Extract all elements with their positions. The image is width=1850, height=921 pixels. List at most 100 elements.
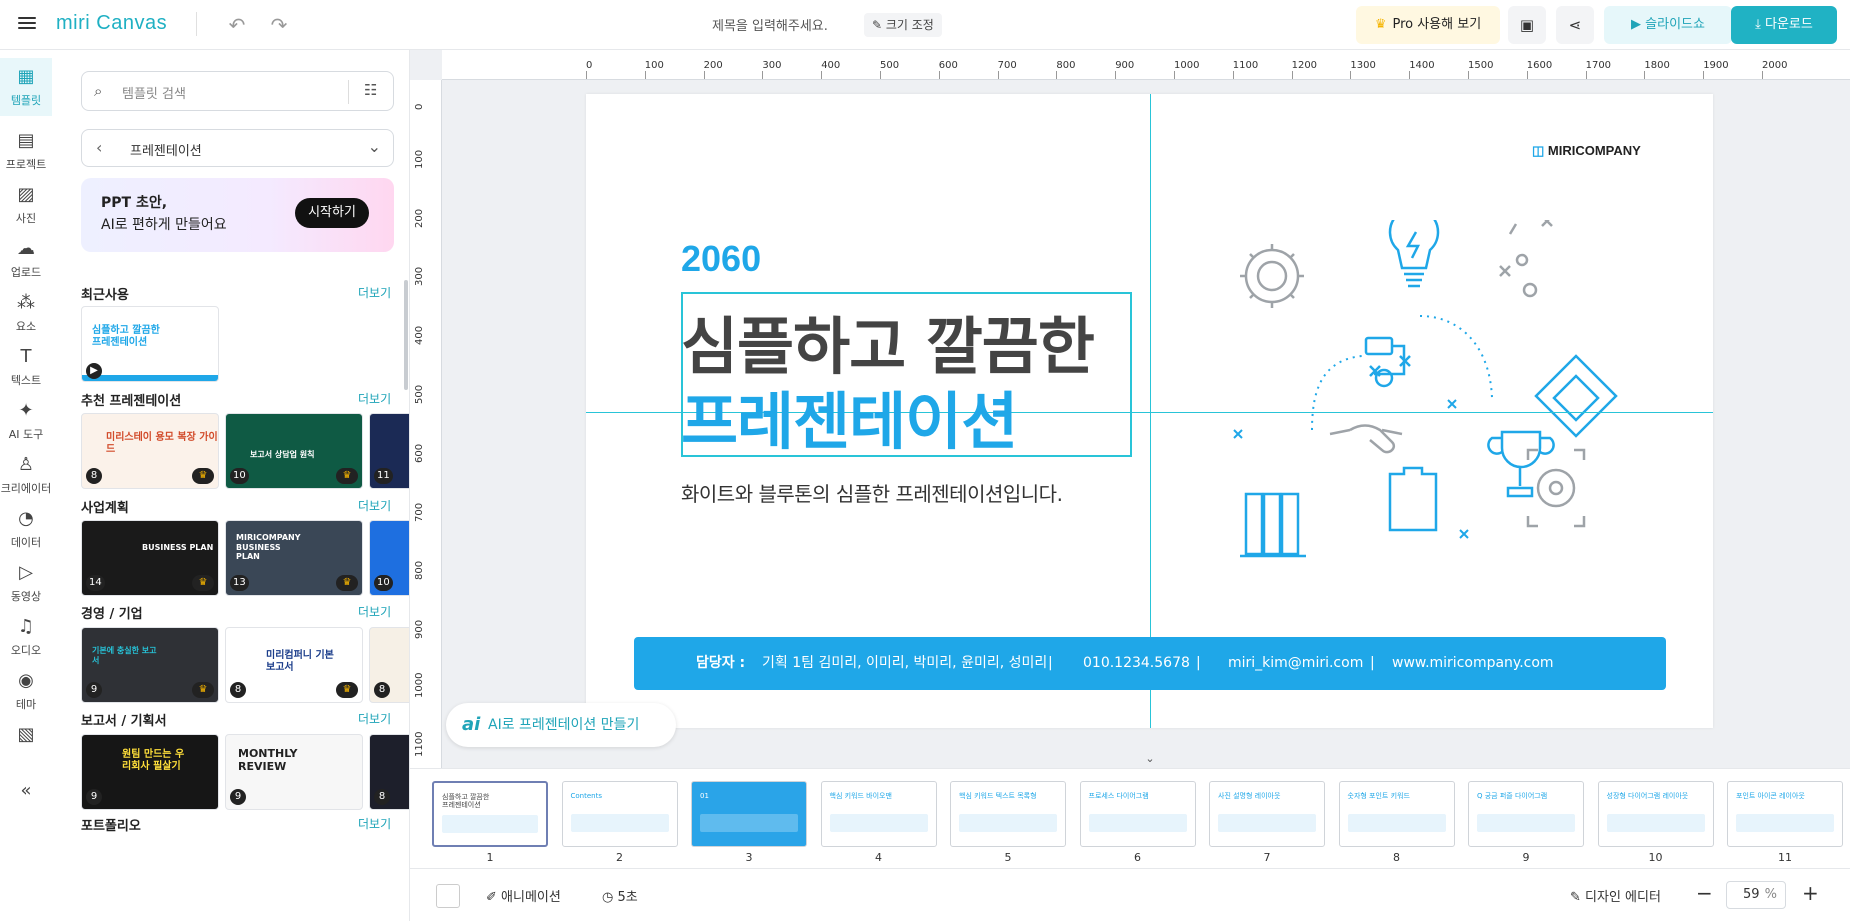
more-link[interactable]: 더보기	[358, 284, 391, 301]
start-button[interactable]: 시작하기	[295, 198, 369, 228]
pencil-icon: ✎	[872, 18, 886, 32]
zoom-out-button[interactable]: −	[1696, 881, 1713, 905]
template-thumb[interactable]: 11	[369, 413, 409, 489]
slide-illustration[interactable]	[1220, 220, 1660, 580]
duration-button[interactable]: ◷ 5초	[602, 886, 638, 905]
selection-box[interactable]	[681, 292, 1132, 457]
pro-trial-button[interactable]: ♛ Pro 사용해 보기	[1356, 6, 1500, 44]
slide-thumbnail[interactable]: 숫자형 포인트 키워드	[1338, 781, 1455, 847]
slide-thumbnail[interactable]: 사진 설명형 레이아웃	[1209, 781, 1325, 847]
download-button[interactable]: ⤓ 다운로드	[1731, 6, 1837, 44]
top-ruler: 0 100 200 300 400 500 600 700 800 900 1000 1100 1200…	[442, 50, 1850, 80]
chevron-left-icon[interactable]: ‹	[96, 138, 102, 157]
sidebar-item-data[interactable]: ◔ 데이터	[0, 500, 52, 558]
zoom-input[interactable]: 59%	[1726, 881, 1786, 909]
brush-icon: ✎	[1570, 890, 1586, 905]
slide-thumbnail[interactable]: 포인트 아이콘 레이아웃	[1727, 781, 1843, 847]
slide-thumbnail[interactable]: Q 궁금 퍼즐 다이어그램	[1468, 781, 1584, 847]
template-thumb[interactable]: 원팀 만드는 우리회사 필살기 9	[81, 734, 219, 810]
slide-number: 5	[1004, 851, 1012, 864]
sidebar-item-video[interactable]: ▷ 동영상	[0, 554, 52, 612]
more-link[interactable]: 더보기	[358, 497, 391, 514]
ruler-tick-label: 0	[586, 60, 593, 71]
ruler-tick-label: 100	[644, 60, 664, 71]
ai-ppt-banner[interactable]: PPT 초안, AI로 편하게 만들어요 시작하기	[81, 178, 394, 252]
document-title-input[interactable]: 제목을 입력해주세요.	[712, 15, 828, 34]
template-thumb[interactable]: 8	[369, 734, 409, 810]
crown-icon: ♛	[336, 468, 358, 484]
more-link[interactable]: 더보기	[358, 710, 391, 727]
template-thumb[interactable]: MONTHLY REVIEW 9	[225, 734, 363, 810]
ruler-tick	[1468, 71, 1469, 79]
resize-button[interactable]: ✎ 크기 조정	[864, 13, 942, 37]
ruler-tick-label: 700	[997, 60, 1017, 71]
ruler-tick-label: 1800	[1644, 60, 1670, 71]
slide-brand-logo[interactable]: ◫ MIRICOMPANY	[1532, 143, 1641, 159]
zoom-in-button[interactable]: +	[1802, 881, 1819, 905]
contact-web: www.miricompany.com	[1392, 655, 1554, 671]
template-search-input[interactable]: ⌕ 템플릿 검색 ☷	[81, 71, 394, 111]
redo-icon[interactable]: ↷	[266, 12, 292, 38]
collapse-panel-button[interactable]: «	[0, 772, 52, 812]
slide-subtitle[interactable]: 화이트와 블루톤의 심플한 프레젠테이션입니다.	[681, 478, 1063, 507]
sidebar-item-creator[interactable]: ♙ 크리에이터	[0, 446, 52, 504]
slide-thumbnail[interactable]: 성장형 다이어그램 레이아웃	[1597, 781, 1714, 847]
share-icon[interactable]: ⋖	[1556, 6, 1594, 44]
filter-icon[interactable]: ☷	[364, 81, 377, 99]
slide-number: 8	[1393, 851, 1400, 864]
slide-thumbnail[interactable]: 핵심 키워드 바이오맨	[820, 781, 937, 847]
sidebar-item-text[interactable]: T 텍스트	[0, 338, 52, 396]
slide-year[interactable]: 2060	[681, 238, 761, 280]
ruler-tick-label: 1900	[1703, 60, 1729, 71]
sidebar-item-pattern[interactable]: ▧	[0, 716, 52, 774]
template-thumb[interactable]: BUSINESS PLAN 14 ♛	[81, 520, 219, 596]
sidebar-item-upload[interactable]: ☁ 업로드	[0, 230, 52, 288]
pattern-icon: ▧	[17, 724, 35, 745]
slide-thumbnail[interactable]: 심플하고 깔끔한 프레젠테이션	[432, 781, 548, 847]
ruler-tick-label: 700	[414, 502, 425, 522]
text-icon: T	[20, 346, 32, 367]
search-divider	[348, 80, 349, 104]
more-link[interactable]: 더보기	[358, 603, 391, 620]
sidebar-item-photo[interactable]: ▨ 사진	[0, 176, 52, 234]
hamburger-menu-icon[interactable]	[18, 14, 36, 32]
template-thumb[interactable]: 10	[369, 520, 409, 596]
ruler-tick-label: 800	[1056, 60, 1076, 71]
panel-scrollbar[interactable]	[404, 280, 408, 390]
design-editor-button[interactable]: ✎ 디자인 에디터	[1570, 886, 1661, 905]
ai-icon: ai	[462, 714, 481, 735]
sidebar-item-template[interactable]: ▦ 템플릿	[0, 58, 52, 116]
app-logo[interactable]: miri Canvas	[56, 12, 167, 35]
category-select[interactable]: ‹ 프레젠테이션 ⌄	[81, 129, 394, 167]
template-thumb[interactable]: 보고서 상담업 원칙 10 ♛	[225, 413, 363, 489]
slide-thumbnail-title: 핵심 키워드 바이오맨	[829, 792, 892, 800]
sidebar-item-theme[interactable]: ◉ 테마	[0, 662, 52, 720]
template-thumb[interactable]: MIRICOMPANY BUSINESS PLAN 13 ♛	[225, 520, 363, 596]
sidebar-item-elements[interactable]: ⁂ 요소	[0, 284, 52, 342]
undo-icon[interactable]: ↶	[224, 12, 250, 38]
template-thumb[interactable]: 8	[369, 627, 409, 703]
vertical-center-guide	[1150, 94, 1151, 728]
sidebar-item-project[interactable]: ▤ 프로젝트	[0, 122, 52, 180]
more-link[interactable]: 더보기	[358, 815, 391, 832]
background-color-swatch[interactable]	[436, 884, 460, 908]
slideshow-button[interactable]: ▶ 슬라이드쇼	[1604, 6, 1732, 44]
template-thumb[interactable]: 기본에 충실한 보고서 9 ♛	[81, 627, 219, 703]
animation-button[interactable]: ✐ 애니메이션	[486, 886, 561, 905]
sidebar-item-ai-tools[interactable]: ✦ AI 도구	[0, 392, 52, 450]
template-thumb[interactable]: 심플하고 깔끔한 프레젠테이션 ▶	[81, 306, 219, 382]
ai-create-presentation-button[interactable]: ai AI로 프레젠테이션 만들기	[446, 703, 676, 747]
save-icon[interactable]: ▣	[1508, 6, 1546, 44]
template-thumb[interactable]: 미리컴퍼니 기본 보고서 8 ♛	[225, 627, 363, 703]
template-thumb[interactable]: 미리스테이 용모 복장 가이드 8 ♛	[81, 413, 219, 489]
slide-thumbnail-title: 숫자형 포인트 키워드	[1347, 792, 1410, 800]
slide-thumbnail[interactable]: 프로세스 다이어그램	[1079, 781, 1196, 847]
sidebar-item-audio[interactable]: ♫ 오디오	[0, 608, 52, 666]
slide-thumbnail[interactable]: Contents	[561, 781, 678, 847]
left-ruler: 0 100 200 300 400 500 600 700 800 900 1000 1100	[410, 80, 442, 768]
slide-thumbnail[interactable]: 01	[691, 781, 807, 847]
project-icon: ▤	[17, 130, 35, 151]
slide-contact-bar[interactable]: 담당자 : 기획 1팀 김미리, 이미리, 박미리, 윤미리, 성미리 | 01…	[634, 637, 1666, 690]
more-link[interactable]: 더보기	[358, 390, 391, 407]
slide-thumbnail[interactable]: 핵심 키워드 텍스트 목록형	[950, 781, 1066, 847]
